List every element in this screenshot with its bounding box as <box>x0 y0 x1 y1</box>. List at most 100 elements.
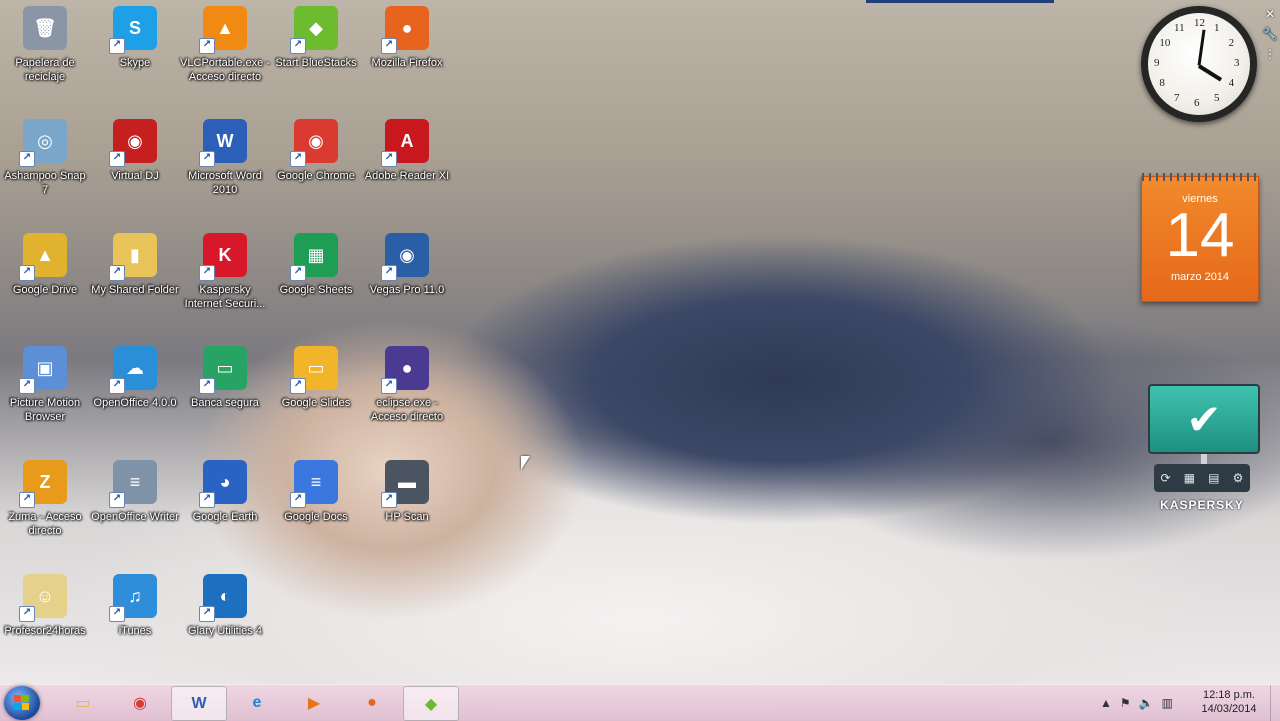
shortcut-arrow-icon: ↗ <box>109 265 125 281</box>
kaspersky-icon: K ↗ <box>199 233 247 281</box>
desktop-shortcut[interactable]: ▬ ↗ HP Scan <box>362 454 452 562</box>
kaspersky-update-icon[interactable]: ⟳ <box>1161 471 1171 485</box>
desktop-shortcut-label: Profesor24horas <box>4 625 86 637</box>
shortcut-arrow-icon: ↗ <box>381 378 397 394</box>
clock-number: 4 <box>1228 77 1235 89</box>
desktop-shortcut[interactable]: ◕ ↗ Google Earth <box>180 454 270 562</box>
desktop-shortcut[interactable]: ▮ ↗ My Shared Folder <box>90 227 180 335</box>
desktop-shortcut[interactable]: 🗑 Papelera de reciclaje <box>0 0 90 108</box>
shortcut-arrow-icon: ↗ <box>19 378 35 394</box>
vlc-icon: ▲ ↗ <box>199 6 247 54</box>
shortcut-arrow-icon: ↗ <box>109 492 125 508</box>
shortcut-arrow-icon: ↗ <box>290 38 306 54</box>
desktop-shortcut[interactable]: ▭ ↗ Banca segura <box>180 340 270 448</box>
shortcut-arrow-icon: ↗ <box>290 492 306 508</box>
desktop-shortcut[interactable]: ▲ ↗ Google Drive <box>0 227 90 335</box>
zuma-icon: Z ↗ <box>19 460 67 508</box>
openoffice-writer-icon: ≡ ↗ <box>109 460 157 508</box>
taskbar-date: 14/03/2014 <box>1201 703 1257 715</box>
desktop: 🗑 Papelera de reciclaje S ↗ Skype ▲ ↗ VLCPortab… <box>0 0 1280 684</box>
desktop-shortcut[interactable]: ☁ ↗ OpenOffice 4.0.0 <box>90 340 180 448</box>
desktop-shortcut[interactable]: K ↗ Kaspersky Internet Securi... <box>180 227 270 335</box>
taskbar-explorer-button[interactable]: ▭ <box>56 686 110 719</box>
firefox-icon: ● <box>367 693 377 711</box>
desktop-shortcut[interactable]: ▦ ↗ Google Sheets <box>271 227 361 335</box>
calendar-gadget[interactable]: viernes 14 marzo 2014 <box>1141 173 1259 302</box>
taskbar-time: 12:18 p.m. <box>1203 689 1255 701</box>
desktop-shortcut[interactable]: ≡ ↗ Google Docs <box>271 454 361 562</box>
desktop-shortcut[interactable]: ▲ ↗ VLCPortable.exe - Acceso directo <box>180 0 270 108</box>
desktop-shortcut[interactable]: A ↗ Adobe Reader XI <box>362 113 452 221</box>
action-center-flag-icon[interactable]: ⚑ <box>1120 696 1131 710</box>
system-tray: ▲ ⚑ 🔈 ▥ <box>1100 685 1173 721</box>
shortcut-arrow-icon: ↗ <box>381 492 397 508</box>
kaspersky-brand: KASPERSKY <box>1160 498 1244 512</box>
kaspersky-monitor-stand <box>1201 454 1207 464</box>
show-hidden-icons-icon[interactable]: ▲ <box>1100 696 1112 710</box>
kaspersky-gadget[interactable]: ✔ ⟳ ▦ ▤ ⚙ KASPERSKY <box>1146 384 1260 536</box>
vegas-pro-icon: ◉ ↗ <box>381 233 429 281</box>
google-slides-icon: ▭ ↗ <box>290 346 338 394</box>
desktop-shortcut-label: Glary Utilities 4 <box>188 625 262 637</box>
desktop-shortcut[interactable]: ◉ ↗ Google Chrome <box>271 113 361 221</box>
desktop-shortcut-label: VLCPortable.exe - Acceso directo <box>180 57 270 83</box>
desktop-shortcut[interactable]: ◉ ↗ Virtual DJ <box>90 113 180 221</box>
desktop-shortcut[interactable]: S ↗ Skype <box>90 0 180 108</box>
desktop-shortcut-label: Mozilla Firefox <box>371 57 443 69</box>
clock-number: 5 <box>1214 91 1220 104</box>
desktop-shortcut-label: Zuma - Acceso directo <box>8 511 82 537</box>
desktop-shortcut[interactable]: ▭ ↗ Google Slides <box>271 340 361 448</box>
shortcut-arrow-icon: ↗ <box>381 265 397 281</box>
desktop-shortcut[interactable]: ● ↗ eclipse.exe - Acceso directo <box>362 340 452 448</box>
gadget-drag-handle-icon[interactable]: ⋮ <box>1262 46 1278 62</box>
desktop-shortcut[interactable]: ▣ ↗ Picture Motion Browser <box>0 340 90 448</box>
desktop-shortcut[interactable]: ◉ ↗ Vegas Pro 11.0 <box>362 227 452 335</box>
desktop-shortcut[interactable]: ● ↗ Mozilla Firefox <box>362 0 452 108</box>
calendar-day: 14 <box>1165 201 1235 270</box>
desktop-shortcut-label: HP Scan <box>385 511 429 523</box>
taskbar-firefox-button[interactable]: ● <box>345 686 399 719</box>
desktop-shortcut-label: Ashampoo Snap 7 <box>4 170 86 196</box>
show-desktop-button[interactable] <box>1270 685 1280 721</box>
desktop-shortcut[interactable]: ◐ ↗ Glary Utilities 4 <box>180 568 270 676</box>
taskbar-chrome-button[interactable]: ◉ <box>113 686 167 719</box>
volume-icon[interactable]: 🔈 <box>1139 696 1154 710</box>
desktop-shortcut[interactable]: ◆ ↗ Start BlueStacks <box>271 0 361 108</box>
shortcut-arrow-icon: ↗ <box>109 378 125 394</box>
network-icon[interactable]: ▥ <box>1162 696 1173 710</box>
chrome-icon: ◉ <box>133 694 147 712</box>
recycle-bin-icon: 🗑 <box>23 6 67 50</box>
gadget-options-icon[interactable]: 🔧 <box>1262 26 1278 42</box>
desktop-shortcut[interactable]: ≡ ↗ OpenOffice Writer <box>90 454 180 562</box>
gadget-close-icon[interactable]: ✕ <box>1262 6 1278 22</box>
clock-gadget[interactable]: 12 1 2 3 4 5 6 7 8 9 10 11 <box>1141 6 1257 122</box>
taskbar-clock[interactable]: 12:18 p.m. 14/03/2014 <box>1193 688 1265 716</box>
kaspersky-report-icon[interactable]: ▤ <box>1208 471 1219 485</box>
taskbar-word-button[interactable]: W <box>171 686 227 721</box>
google-earth-icon: ◕ ↗ <box>199 460 247 508</box>
eclipse-icon: ● ↗ <box>381 346 429 394</box>
desktop-shortcut[interactable]: ♫ ↗ iTunes <box>90 568 180 676</box>
kaspersky-settings-icon[interactable]: ⚙ <box>1233 471 1244 485</box>
desktop-shortcut-label: Papelera de reciclaje <box>15 57 75 83</box>
shortcut-arrow-icon: ↗ <box>290 151 306 167</box>
calendar-rings <box>1142 173 1258 181</box>
desktop-shortcut[interactable]: W ↗ Microsoft Word 2010 <box>180 113 270 221</box>
taskbar-internet-explorer-button[interactable]: e <box>230 686 284 719</box>
kaspersky-calendar-icon[interactable]: ▦ <box>1184 471 1195 485</box>
adobe-reader-icon: A ↗ <box>381 119 429 167</box>
ashampoo-snap-icon: ◎ ↗ <box>19 119 67 167</box>
taskbar-media-player-button[interactable]: ▶ <box>287 686 341 719</box>
desktop-shortcut-label: Kaspersky Internet Securi... <box>184 284 266 310</box>
picture-motion-icon: ▣ ↗ <box>19 346 67 394</box>
start-button[interactable] <box>4 686 40 720</box>
itunes-icon: ♫ ↗ <box>109 574 157 622</box>
desktop-shortcut[interactable]: Z ↗ Zuma - Acceso directo <box>0 454 90 562</box>
virtual-dj-icon: ◉ ↗ <box>109 119 157 167</box>
chrome-icon: ◉ ↗ <box>290 119 338 167</box>
taskbar-bluestacks-button[interactable]: ◆ <box>403 686 459 721</box>
desktop-shortcut-label: Vegas Pro 11.0 <box>369 284 445 296</box>
bluestacks-icon: ◆ <box>424 695 438 713</box>
desktop-shortcut[interactable]: ◎ ↗ Ashampoo Snap 7 <box>0 113 90 221</box>
desktop-shortcut[interactable]: ☺ ↗ Profesor24horas <box>0 568 90 676</box>
